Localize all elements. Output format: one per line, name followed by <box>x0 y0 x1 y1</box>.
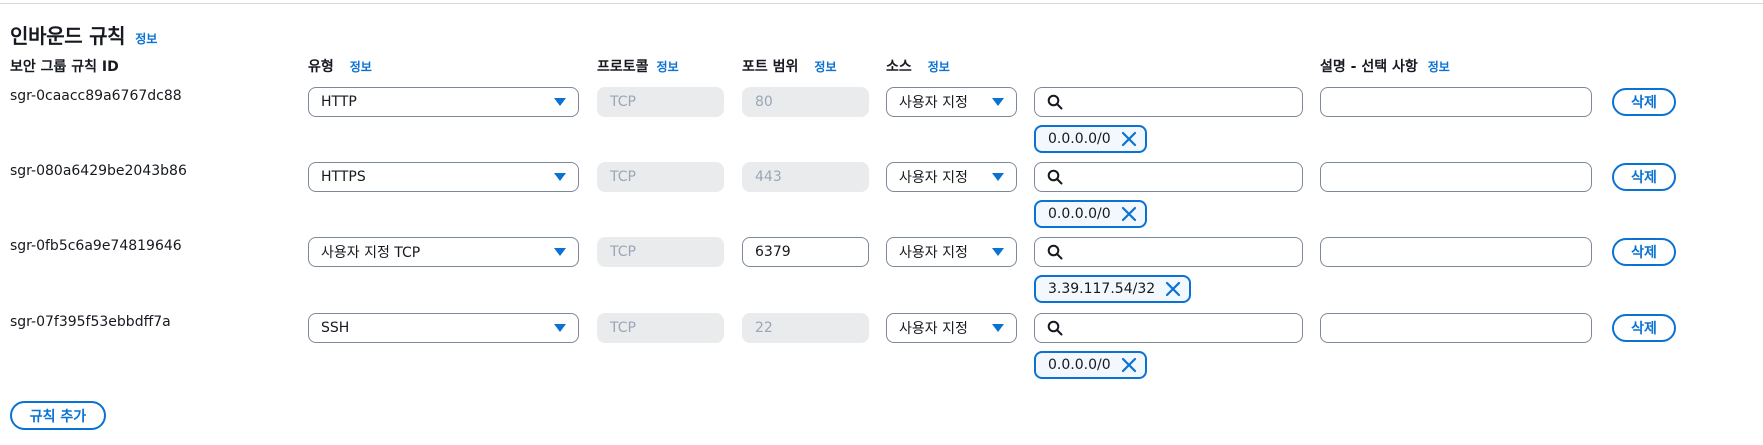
rule-source-search-input[interactable] <box>1034 237 1303 267</box>
cidr-token-value: 0.0.0.0/0 <box>1048 206 1111 222</box>
column-header-id-label: 보안 그룹 규칙 ID <box>10 59 119 75</box>
search-icon <box>1047 320 1063 336</box>
rule-source-select[interactable]: 사용자 지정 <box>886 162 1017 192</box>
caret-down-icon <box>554 248 566 256</box>
rule-port-field[interactable]: 6379 <box>742 237 869 267</box>
rule-description-input[interactable] <box>1320 87 1592 117</box>
rule-type-value: HTTPS <box>321 169 366 185</box>
cidr-token-value: 0.0.0.0/0 <box>1048 357 1111 373</box>
cidr-token: 0.0.0.0/0 <box>1034 125 1147 153</box>
rule-protocol-value: TCP <box>610 320 636 336</box>
close-icon[interactable] <box>1121 131 1137 147</box>
caret-down-icon <box>554 324 566 332</box>
rule-source-select[interactable]: 사용자 지정 <box>886 87 1017 117</box>
caret-down-icon <box>992 324 1004 332</box>
delete-rule-button[interactable]: 삭제 <box>1612 238 1676 266</box>
rule-protocol-value: TCP <box>610 169 636 185</box>
column-header-description-label: 설명 - 선택 사항 <box>1320 59 1418 75</box>
rule-port-field: 80 <box>742 87 869 117</box>
rule-source-value: 사용자 지정 <box>899 245 968 261</box>
delete-rule-button[interactable]: 삭제 <box>1612 88 1676 116</box>
cidr-token: 0.0.0.0/0 <box>1034 200 1147 228</box>
rule-protocol-field: TCP <box>597 313 724 343</box>
rule-source-search-input[interactable] <box>1034 162 1303 192</box>
column-header-protocol-label: 프로토콜 <box>597 59 649 75</box>
rule-id: sgr-0caacc89a6767dc88 <box>10 88 182 104</box>
rule-type-value: HTTP <box>321 94 357 110</box>
rule-port-value: 443 <box>755 169 782 185</box>
description-info-link[interactable]: 정보 <box>1428 58 1450 75</box>
rule-source-value: 사용자 지정 <box>899 321 968 337</box>
caret-down-icon <box>992 173 1004 181</box>
rule-id: sgr-0fb5c6a9e74819646 <box>10 238 182 254</box>
rule-id: sgr-080a6429be2043b86 <box>10 163 187 179</box>
cidr-token-value: 0.0.0.0/0 <box>1048 131 1111 147</box>
cidr-token: 0.0.0.0/0 <box>1034 351 1147 379</box>
close-icon[interactable] <box>1121 357 1137 373</box>
section-title: 인바운드 규칙 <box>10 24 126 48</box>
protocol-info-link[interactable]: 정보 <box>657 58 679 75</box>
column-header-source-label: 소스 <box>886 59 912 75</box>
search-icon <box>1047 169 1063 185</box>
port-info-link[interactable]: 정보 <box>814 58 836 75</box>
rule-protocol-value: TCP <box>610 244 636 260</box>
rule-description-input[interactable] <box>1320 313 1592 343</box>
rule-source-value: 사용자 지정 <box>899 170 968 186</box>
caret-down-icon <box>992 248 1004 256</box>
cidr-token-value: 3.39.117.54/32 <box>1048 281 1156 297</box>
top-divider <box>0 3 1763 4</box>
rule-type-value: SSH <box>321 320 350 336</box>
section-info-link[interactable]: 정보 <box>135 30 157 47</box>
rule-type-select[interactable]: HTTPS <box>308 162 579 192</box>
close-icon[interactable] <box>1165 281 1181 297</box>
column-header-type-label: 유형 <box>308 59 334 75</box>
rule-type-select[interactable]: 사용자 지정 TCP <box>308 237 579 267</box>
column-header-port: 포트 범위 정보 <box>742 56 837 76</box>
type-info-link[interactable]: 정보 <box>350 58 372 75</box>
rule-port-value: 22 <box>755 320 773 336</box>
rule-type-select[interactable]: HTTP <box>308 87 579 117</box>
delete-rule-button[interactable]: 삭제 <box>1612 314 1676 342</box>
rule-id: sgr-07f395f53ebbdff7a <box>10 314 171 330</box>
rule-protocol-field: TCP <box>597 87 724 117</box>
rule-port-field: 22 <box>742 313 869 343</box>
rule-port-value: 6379 <box>755 244 791 260</box>
rule-type-value: 사용자 지정 TCP <box>321 245 421 261</box>
rule-source-search-input[interactable] <box>1034 87 1303 117</box>
column-header-id: 보안 그룹 규칙 ID <box>10 56 119 76</box>
column-header-source: 소스 정보 <box>886 56 950 76</box>
rule-port-value: 80 <box>755 94 773 110</box>
rule-description-input[interactable] <box>1320 162 1592 192</box>
rule-protocol-field: TCP <box>597 237 724 267</box>
rule-port-field: 443 <box>742 162 869 192</box>
rule-protocol-field: TCP <box>597 162 724 192</box>
close-icon[interactable] <box>1121 206 1137 222</box>
column-header-description: 설명 - 선택 사항 정보 <box>1320 56 1450 76</box>
add-rule-button[interactable]: 규칙 추가 <box>10 401 106 430</box>
column-header-port-label: 포트 범위 <box>742 59 799 75</box>
column-header-protocol: 프로토콜 정보 <box>597 56 679 76</box>
column-header-type: 유형 정보 <box>308 56 372 76</box>
rule-description-input[interactable] <box>1320 237 1592 267</box>
rule-source-select[interactable]: 사용자 지정 <box>886 237 1017 267</box>
search-icon <box>1047 94 1063 110</box>
rule-source-select[interactable]: 사용자 지정 <box>886 313 1017 343</box>
rule-type-select[interactable]: SSH <box>308 313 579 343</box>
section-header: 인바운드 규칙 정보 <box>10 20 157 49</box>
caret-down-icon <box>554 173 566 181</box>
cidr-token: 3.39.117.54/32 <box>1034 275 1192 303</box>
caret-down-icon <box>554 98 566 106</box>
source-info-link[interactable]: 정보 <box>928 58 950 75</box>
delete-rule-button[interactable]: 삭제 <box>1612 163 1676 191</box>
rule-source-search-input[interactable] <box>1034 313 1303 343</box>
caret-down-icon <box>992 98 1004 106</box>
rule-protocol-value: TCP <box>610 94 636 110</box>
search-icon <box>1047 244 1063 260</box>
rule-source-value: 사용자 지정 <box>899 95 968 111</box>
